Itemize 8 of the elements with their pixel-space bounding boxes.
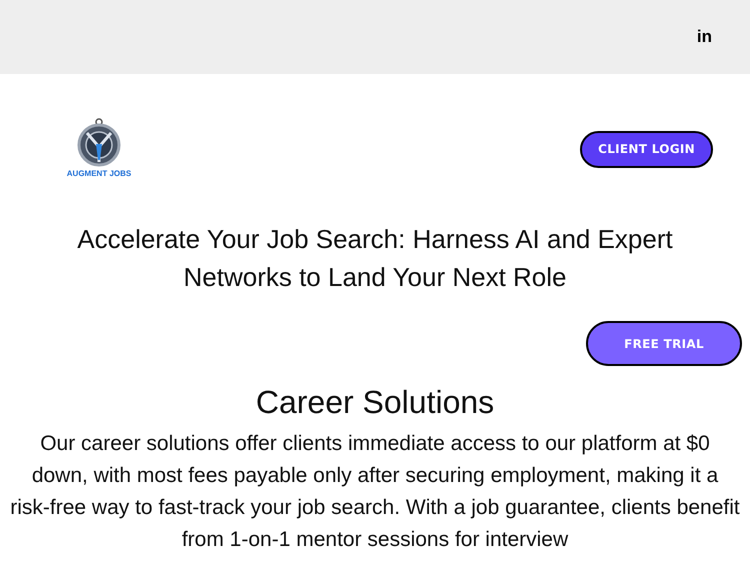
section-body: Our career solutions offer clients immediate access to our platform at $0 down, with most fees payable only after securing employment, making it a risk-free way to fast-track your job search. With a job guarantee, clients benefit from 1-on-1 mentor sessions for interview xyxy=(10,431,740,553)
section-title: Career Solutions xyxy=(254,383,496,422)
compass-emblem-icon xyxy=(77,118,121,168)
linkedin-link[interactable]: in xyxy=(696,24,712,50)
client-login-button[interactable]: CLIENT LOGIN xyxy=(580,130,713,168)
logo-text: AUGMENT JOBS xyxy=(66,168,132,180)
hero-headline: Accelerate Your Job Search: Harness AI and Expert Networks to Land Your Next Role xyxy=(76,223,674,294)
free-trial-button[interactable]: FREE TRIAL xyxy=(586,321,742,366)
